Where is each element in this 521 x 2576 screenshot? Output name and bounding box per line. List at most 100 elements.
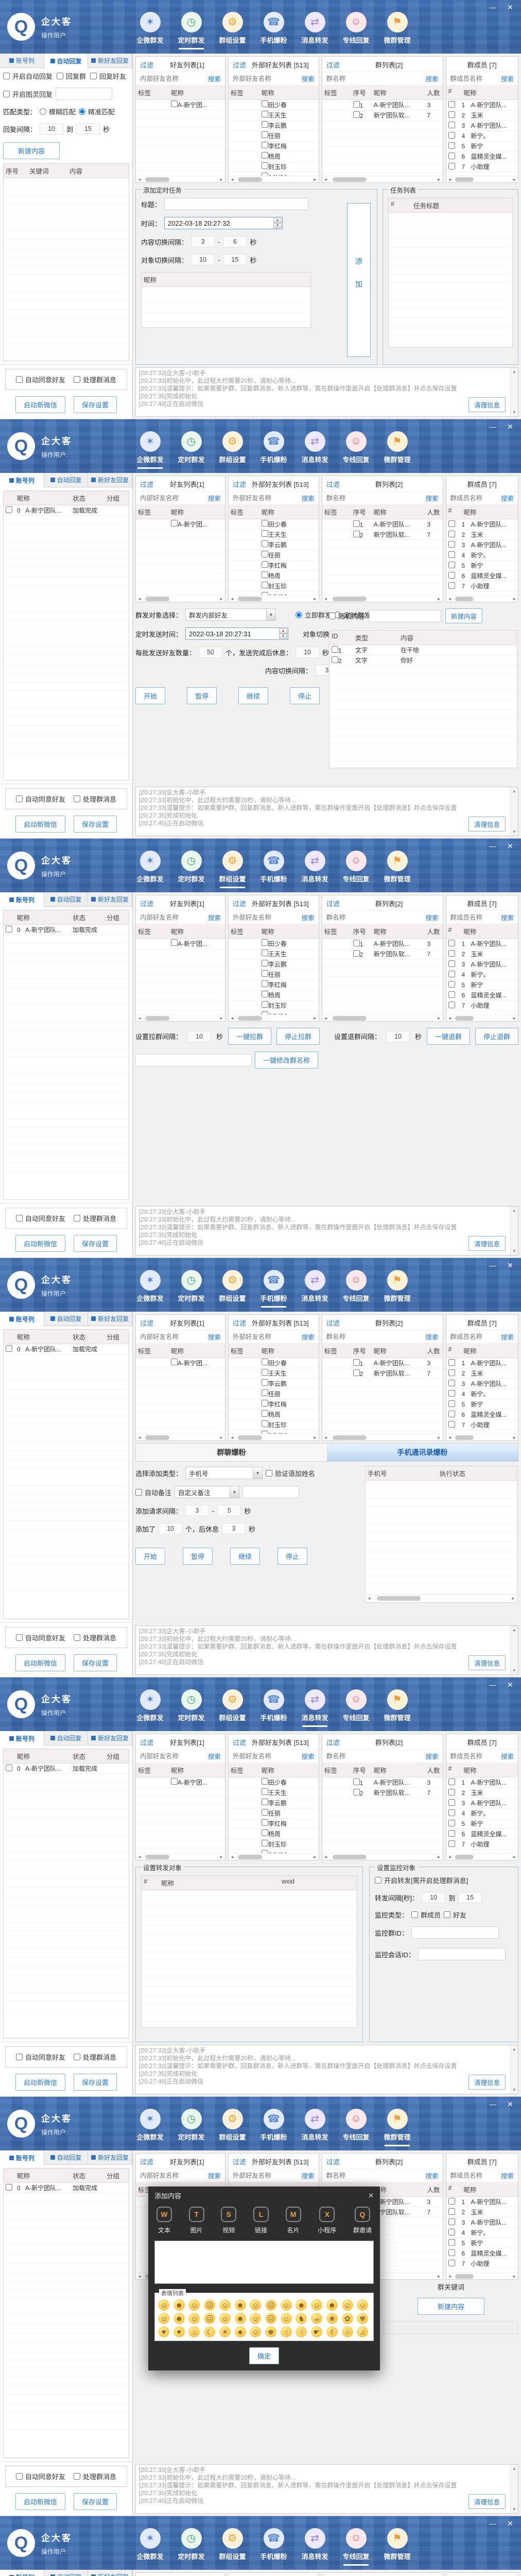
nav-item-timed-broadcast[interactable]: ◷定时群发 <box>172 2528 211 2566</box>
filter-link[interactable]: 过滤 <box>326 60 340 70</box>
nav-item-dedicated-reply[interactable]: ☺专线回复 <box>337 12 375 49</box>
member-checkbox[interactable] <box>448 163 455 170</box>
filter-link[interactable]: 过滤 <box>326 1737 340 1747</box>
external-friend-checkbox[interactable] <box>262 1788 268 1795</box>
member-checkbox[interactable] <box>448 152 455 159</box>
member-checkbox[interactable] <box>448 1830 455 1837</box>
emoji[interactable]: ✾ <box>357 2313 368 2324</box>
chevron-down-icon[interactable]: ▼ <box>266 609 275 620</box>
sidebar-tab-1[interactable]: 自动回复 <box>44 54 89 68</box>
scroll-down-icon[interactable]: ▼ <box>512 829 516 834</box>
content-type-m[interactable]: M名片 <box>286 2207 301 2234</box>
filter-link[interactable]: 过滤 <box>140 60 153 70</box>
scroll-left-icon[interactable]: ◄ <box>448 177 452 182</box>
spin-down-icon[interactable]: ▼ <box>273 223 282 228</box>
log-vertical-scrollbar[interactable]: ▲▼ <box>510 2045 518 2094</box>
scroll-up-icon[interactable]: ▲ <box>512 1208 516 1213</box>
emoji[interactable]: ☻ <box>326 2299 338 2311</box>
group-checkbox[interactable] <box>353 950 360 957</box>
scroll-left-icon[interactable]: ◄ <box>324 177 328 182</box>
emoji[interactable]: ☺ <box>250 2313 261 2324</box>
member-checkbox[interactable] <box>448 1820 455 1826</box>
handle-group-message-checkbox[interactable] <box>74 1634 80 1641</box>
member-checkbox[interactable] <box>448 142 455 149</box>
batch-count-input[interactable] <box>199 647 222 658</box>
handle-group-message[interactable]: 处理群消息 <box>74 2052 116 2062</box>
spinner-arrows-icon[interactable]: ▲▼ <box>279 629 287 639</box>
member-checkbox[interactable] <box>448 1369 455 1376</box>
scroll-thumb[interactable] <box>145 1855 169 1859</box>
member-search-input[interactable] <box>450 914 501 921</box>
friend-checkbox[interactable] <box>171 520 178 527</box>
scroll-right-icon[interactable]: ► <box>512 1435 516 1440</box>
sidebar-tab-1[interactable]: 自动回复 <box>44 892 89 907</box>
external-friend-checkbox[interactable] <box>262 970 268 977</box>
scroll-down-icon[interactable]: ▼ <box>512 1249 516 1253</box>
start-new-wechat-button[interactable]: 启动新微信 <box>15 396 65 413</box>
nav-item-group-settings[interactable]: ⚙群组设置 <box>213 2109 252 2146</box>
auto-agree-friend-checkbox[interactable] <box>16 795 23 802</box>
search-input[interactable] <box>233 495 302 502</box>
scroll-thumb[interactable] <box>238 177 262 182</box>
clear-log-button[interactable]: 清理信息 <box>468 397 506 412</box>
external-friend-checkbox[interactable] <box>262 540 268 547</box>
content-row-checkbox[interactable] <box>332 646 338 653</box>
scroll-thumb[interactable] <box>333 1016 367 1021</box>
emoji[interactable]: ☺ <box>188 2299 200 2311</box>
scroll-left-icon[interactable]: ◄ <box>137 1855 142 1859</box>
emoji[interactable]: ☻ <box>235 2299 246 2311</box>
member-checkbox[interactable] <box>448 1840 455 1847</box>
search-input[interactable] <box>326 914 426 921</box>
sidebar-tab-0[interactable]: 账号列 <box>0 2150 44 2165</box>
sidebar-tab-1[interactable]: 自动回复 <box>44 1312 89 1326</box>
emoji[interactable]: ☹ <box>265 2299 276 2311</box>
scroll-up-icon[interactable]: ▲ <box>512 2466 516 2471</box>
scroll-right-icon[interactable]: ► <box>437 1435 441 1440</box>
scroll-left-icon[interactable]: ◄ <box>230 177 234 182</box>
sidebar-tab-1[interactable]: 自动回复 <box>44 2150 89 2165</box>
log-vertical-scrollbar[interactable]: ▲▼ <box>510 368 518 416</box>
nav-item-qw-broadcast[interactable]: ✶企微群发 <box>131 2109 169 2146</box>
filter-link[interactable]: 过滤 <box>233 479 246 489</box>
sidebar-tab-2[interactable]: 新好友回复 <box>88 1312 132 1326</box>
horizontal-scrollbar[interactable]: ◄► <box>322 595 443 602</box>
log-vertical-scrollbar[interactable]: ▲▼ <box>510 1626 518 1674</box>
member-checkbox[interactable] <box>448 950 455 957</box>
handle-group-message[interactable]: 处理群消息 <box>74 1213 116 1223</box>
nav-item-dedicated-reply[interactable]: ☺专线回复 <box>337 1689 375 1727</box>
member-checkbox[interactable] <box>448 1411 455 1417</box>
emoji[interactable]: ♧ <box>342 2326 353 2337</box>
external-friend-checkbox[interactable] <box>262 1410 268 1417</box>
nav-item-qw-broadcast[interactable]: ✶企微群发 <box>131 1689 169 1727</box>
nav-item-timed-broadcast[interactable]: ◷定时群发 <box>172 2109 211 2146</box>
object-interval-from[interactable] <box>191 254 215 265</box>
scroll-thumb[interactable] <box>455 1855 474 1859</box>
log-vertical-scrollbar[interactable]: ▲▼ <box>510 1207 518 1255</box>
nav-item-wq-manage[interactable]: ⚑微群管理 <box>378 2528 416 2566</box>
scroll-right-icon[interactable]: ► <box>512 2274 516 2279</box>
auto-remark[interactable]: 自动备注 <box>135 1487 171 1497</box>
forward-to-input[interactable] <box>458 1892 482 1903</box>
content-row-checkbox[interactable] <box>332 656 338 663</box>
horizontal-scrollbar[interactable]: ◄► <box>136 1853 225 1860</box>
emoji[interactable]: ☺ <box>311 2299 322 2311</box>
sidebar-tab-0[interactable]: 账号列 <box>0 473 44 487</box>
emoji[interactable]: ☾ <box>204 2326 215 2337</box>
emoji[interactable]: ☺ <box>219 2299 231 2311</box>
filter-link[interactable]: 过滤 <box>140 1737 153 1747</box>
content-type-t[interactable]: T图片 <box>189 2207 204 2234</box>
emoji[interactable]: ☺ <box>342 2299 353 2311</box>
reply-from-input[interactable] <box>40 123 63 134</box>
nav-item-timed-broadcast[interactable]: ◷定时群发 <box>172 851 211 888</box>
close-button[interactable]: ✕ <box>506 1681 515 1689</box>
emoji[interactable]: ☹ <box>204 2313 215 2324</box>
horizontal-scrollbar[interactable]: ◄► <box>229 176 319 182</box>
minimize-button[interactable]: — <box>488 1261 497 1270</box>
pull-group-button[interactable]: 一键拉群 <box>228 1028 271 1045</box>
external-friend-checkbox[interactable] <box>262 520 268 527</box>
search-input[interactable] <box>140 75 208 82</box>
external-friend-checkbox[interactable] <box>262 1778 268 1785</box>
scroll-left-icon[interactable]: ◄ <box>137 2274 142 2279</box>
search-link[interactable]: 搜索 <box>501 1332 514 1342</box>
scroll-right-icon[interactable]: ► <box>219 1016 223 1021</box>
